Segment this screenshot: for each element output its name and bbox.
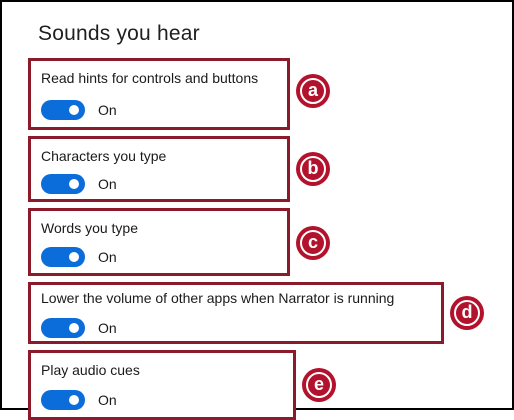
marker-a-icon: a xyxy=(296,74,330,108)
settings-panel: Sounds you hear Read hints for controls … xyxy=(0,0,514,420)
read-hints-toggle[interactable] xyxy=(41,100,85,120)
toggle-switch-on-icon xyxy=(69,323,79,333)
setting-label-lower-volume: Lower the volume of other apps when Narr… xyxy=(41,290,395,306)
setting-label-characters-typed: Characters you type xyxy=(41,148,167,164)
toggle-state-label: On xyxy=(98,102,117,118)
marker-c-icon: c xyxy=(296,226,330,260)
toggle-switch-on-icon xyxy=(69,179,79,189)
toggle-row-lower-volume: On xyxy=(41,318,117,338)
section-heading: Sounds you hear xyxy=(38,22,200,45)
setting-lower-volume: Lower the volume of other apps when Narr… xyxy=(28,282,444,344)
toggle-switch-on-icon xyxy=(69,105,79,115)
audio-cues-toggle[interactable] xyxy=(41,390,85,410)
setting-read-hints: Read hints for controls and buttons On xyxy=(28,58,290,130)
characters-typed-toggle[interactable] xyxy=(41,174,85,194)
toggle-row-read-hints: On xyxy=(41,100,117,120)
toggle-state-label: On xyxy=(98,249,117,265)
toggle-row-audio-cues: On xyxy=(41,390,117,410)
toggle-row-words-typed: On xyxy=(41,247,117,267)
marker-d-icon: d xyxy=(450,296,484,330)
setting-label-audio-cues: Play audio cues xyxy=(41,362,140,378)
lower-volume-toggle[interactable] xyxy=(41,318,85,338)
marker-e-icon: e xyxy=(302,368,336,402)
toggle-switch-on-icon xyxy=(69,395,79,405)
setting-label-read-hints: Read hints for controls and buttons xyxy=(41,70,259,86)
toggle-state-label: On xyxy=(98,176,117,192)
toggle-row-characters-typed: On xyxy=(41,174,117,194)
setting-words-typed: Words you type On xyxy=(28,208,290,276)
setting-label-words-typed: Words you type xyxy=(41,220,139,236)
marker-b-icon: b xyxy=(296,152,330,186)
setting-characters-typed: Characters you type On xyxy=(28,136,290,202)
toggle-switch-on-icon xyxy=(69,252,79,262)
words-typed-toggle[interactable] xyxy=(41,247,85,267)
toggle-state-label: On xyxy=(98,392,117,408)
toggle-state-label: On xyxy=(98,320,117,336)
